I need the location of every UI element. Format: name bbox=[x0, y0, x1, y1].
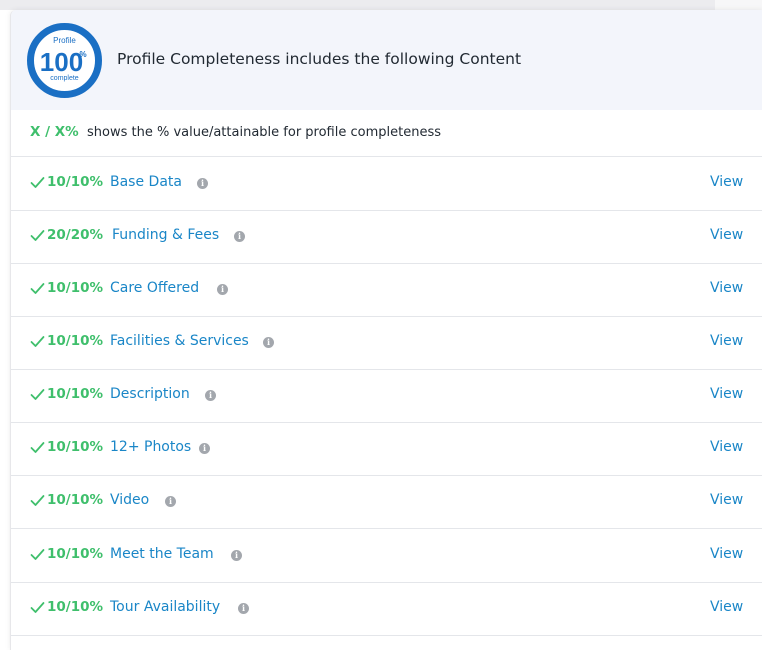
badge-bottom-text: complete bbox=[50, 75, 79, 82]
view-link[interactable]: View bbox=[710, 333, 743, 349]
info-icon[interactable]: i bbox=[263, 337, 274, 348]
top-strip bbox=[0, 0, 762, 10]
right-edge bbox=[715, 0, 762, 10]
item-label: Facilities & Services bbox=[110, 333, 249, 349]
check-icon bbox=[30, 283, 45, 294]
list-item: 10/10% Meet the Team i View bbox=[11, 529, 762, 583]
check-icon bbox=[30, 177, 45, 188]
view-link[interactable]: View bbox=[710, 227, 743, 243]
item-label: Funding & Fees bbox=[112, 227, 220, 243]
card-header: Profile 100 % complete Profile Completen… bbox=[11, 10, 762, 110]
view-link[interactable]: View bbox=[710, 439, 743, 455]
check-icon bbox=[30, 549, 45, 560]
badge-unit: % bbox=[79, 50, 86, 59]
info-icon[interactable]: i bbox=[197, 178, 208, 189]
view-link[interactable]: View bbox=[710, 599, 743, 615]
check-icon bbox=[30, 389, 45, 400]
score-value: 10/10% bbox=[47, 174, 104, 190]
view-link[interactable]: View bbox=[710, 386, 743, 402]
info-icon[interactable]: i bbox=[234, 231, 245, 242]
info-icon[interactable]: i bbox=[199, 443, 210, 454]
legend-row: X / X% shows the % value/attainable for … bbox=[11, 110, 762, 157]
legend-text: shows the % value/attainable for profile… bbox=[87, 125, 441, 140]
profile-completeness-card: Profile 100 % complete Profile Completen… bbox=[10, 10, 762, 650]
profile-complete-badge: Profile 100 % complete bbox=[26, 22, 103, 99]
score-value: 10/10% bbox=[47, 280, 104, 296]
list-item: 10/10% Description i View bbox=[11, 369, 762, 423]
list-item: 20/20% Funding & Fees i View bbox=[11, 210, 762, 264]
list-item: 10/10% Video i View bbox=[11, 475, 762, 529]
info-icon[interactable]: i bbox=[217, 284, 228, 295]
list-item: 10/10% Base Data i View bbox=[11, 157, 762, 211]
check-icon bbox=[30, 442, 45, 453]
view-link[interactable]: View bbox=[710, 492, 743, 508]
item-label: Description bbox=[110, 386, 190, 402]
badge-value: 100 bbox=[40, 47, 83, 77]
view-link[interactable]: View bbox=[710, 280, 743, 296]
score-value: 10/10% bbox=[47, 492, 104, 508]
score-value: 10/10% bbox=[47, 333, 104, 349]
check-icon bbox=[30, 336, 45, 347]
item-label: 12+ Photos bbox=[110, 439, 192, 455]
item-label: Tour Availability bbox=[110, 599, 221, 615]
score-value: 10/10% bbox=[47, 386, 104, 402]
badge-top-text: Profile bbox=[53, 36, 76, 45]
view-link[interactable]: View bbox=[710, 174, 743, 190]
check-icon bbox=[30, 230, 45, 241]
page-title: Profile Completeness includes the follow… bbox=[117, 50, 522, 68]
info-icon[interactable]: i bbox=[205, 390, 216, 401]
check-icon bbox=[30, 495, 45, 506]
score-value: 10/10% bbox=[47, 599, 104, 615]
score-value: 10/10% bbox=[47, 439, 104, 455]
info-icon[interactable]: i bbox=[165, 496, 176, 507]
item-label: Base Data bbox=[110, 174, 182, 190]
info-icon[interactable]: i bbox=[238, 603, 249, 614]
legend-key: X / X% bbox=[30, 124, 79, 140]
score-value: 10/10% bbox=[47, 546, 104, 562]
list-item: 10/10% Facilities & Services i View bbox=[11, 316, 762, 370]
item-label: Meet the Team bbox=[110, 546, 214, 562]
list-item: 10/10% 12+ Photos i View bbox=[11, 422, 762, 476]
item-label: Care Offered bbox=[110, 280, 200, 296]
badge-ring-icon: Profile 100 % complete bbox=[27, 23, 102, 98]
check-icon bbox=[30, 602, 45, 613]
item-label: Video bbox=[110, 492, 150, 508]
info-icon[interactable]: i bbox=[231, 550, 242, 561]
score-value: 20/20% bbox=[47, 227, 104, 243]
view-link[interactable]: View bbox=[710, 546, 743, 562]
list-item: 10/10% Care Offered i View bbox=[11, 263, 762, 317]
